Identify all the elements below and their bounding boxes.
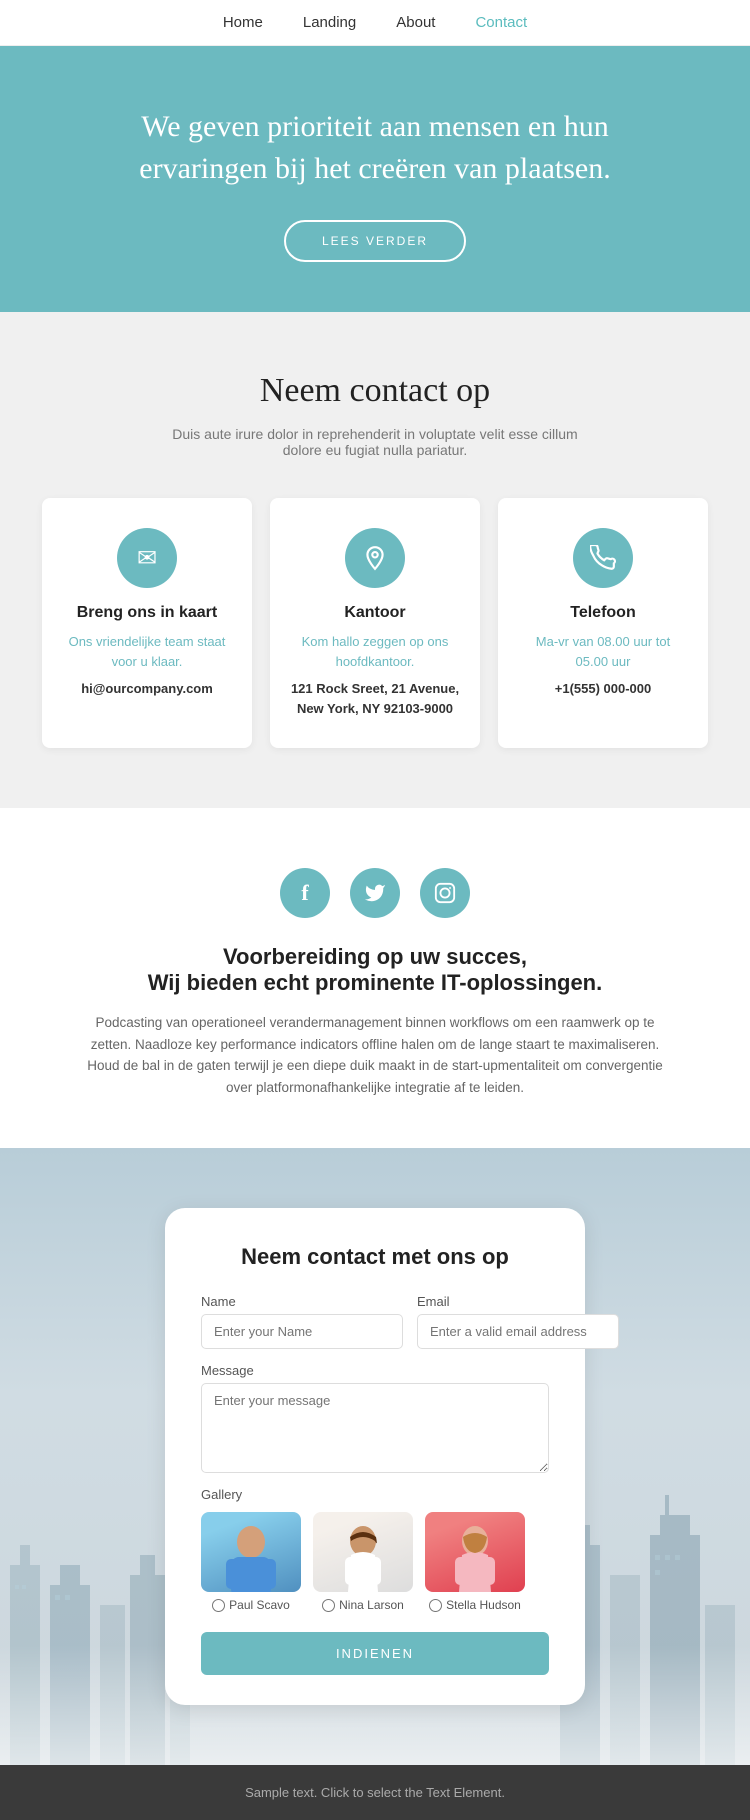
message-label: Message (201, 1363, 549, 1378)
email-label: Email (417, 1294, 619, 1309)
card-email-detail: hi@ourcompany.com (62, 679, 232, 699)
email-icon: ✉ (117, 528, 177, 588)
form-heading: Neem contact met ons op (201, 1244, 549, 1270)
navigation: Home Landing About Contact (0, 0, 750, 46)
card-phone-highlight: Ma-vr van 08.00 uur tot 05.00 uur (518, 632, 688, 671)
message-textarea[interactable] (201, 1383, 549, 1473)
location-icon (345, 528, 405, 588)
name-input[interactable] (201, 1314, 403, 1349)
footer: Sample text. Click to select the Text El… (0, 1765, 750, 1820)
gallery-radio-1[interactable] (212, 1599, 225, 1612)
card-email-highlight: Ons vriendelijke team staat voor u klaar… (62, 632, 232, 671)
name-label: Name (201, 1294, 403, 1309)
nav-about[interactable]: About (396, 14, 435, 31)
card-phone-title: Telefoon (518, 604, 688, 622)
form-row-name-email: Name Email (201, 1294, 549, 1349)
form-group-message: Message (201, 1363, 549, 1473)
instagram-icon[interactable] (420, 868, 470, 918)
social-section: f Voorbereiding op uw succes,Wij bieden … (0, 808, 750, 1148)
card-email: ✉ Breng ons in kaart Ons vriendelijke te… (42, 498, 252, 748)
gallery-item-2: Nina Larson (313, 1512, 413, 1612)
contact-info-section: Neem contact op Duis aute irure dolor in… (0, 312, 750, 808)
email-input[interactable] (417, 1314, 619, 1349)
gallery-label: Gallery (201, 1487, 549, 1502)
gallery-radio-2[interactable] (322, 1599, 335, 1612)
gallery-radio-3[interactable] (429, 1599, 442, 1612)
gallery-thumb-2 (313, 1512, 413, 1592)
card-office-detail: 121 Rock Sreet, 21 Avenue, New York, NY … (290, 679, 460, 718)
gallery-radio-label-2[interactable]: Nina Larson (322, 1598, 404, 1612)
gallery-item-3: Stella Hudson (425, 1512, 525, 1612)
hero-button[interactable]: LEES VERDER (284, 220, 466, 262)
hero-heading: We geven prioriteit aan mensen en hun er… (80, 106, 670, 190)
social-description: Podcasting van operationeel verandermana… (85, 1012, 665, 1098)
social-heading: Voorbereiding op uw succes,Wij bieden ec… (60, 944, 690, 996)
card-office-highlight: Kom hallo zeggen op ons hoofdkantoor. (290, 632, 460, 671)
form-group-name: Name (201, 1294, 403, 1349)
gallery-thumb-1 (201, 1512, 301, 1592)
nav-home[interactable]: Home (223, 14, 263, 31)
nav-contact[interactable]: Contact (475, 14, 527, 31)
card-office-title: Kantoor (290, 604, 460, 622)
form-group-email: Email (417, 1294, 619, 1349)
hero-section: We geven prioriteit aan mensen en hun er… (0, 46, 750, 312)
form-section: Neem contact met ons op Name Email Messa… (0, 1148, 750, 1765)
card-phone: Telefoon Ma-vr van 08.00 uur tot 05.00 u… (498, 498, 708, 748)
card-phone-detail: +1(555) 000-000 (518, 679, 688, 699)
phone-icon (573, 528, 633, 588)
contact-form-card: Neem contact met ons op Name Email Messa… (165, 1208, 585, 1705)
footer-text: Sample text. Click to select the Text El… (245, 1785, 505, 1800)
contact-heading: Neem contact op (40, 372, 710, 410)
social-icons-group: f (60, 868, 690, 918)
gallery-radio-label-1[interactable]: Paul Scavo (212, 1598, 290, 1612)
contact-cards: ✉ Breng ons in kaart Ons vriendelijke te… (40, 498, 710, 748)
card-office: Kantoor Kom hallo zeggen op ons hoofdkan… (270, 498, 480, 748)
gallery-thumb-3 (425, 1512, 525, 1592)
gallery-radio-label-3[interactable]: Stella Hudson (429, 1598, 521, 1612)
facebook-icon[interactable]: f (280, 868, 330, 918)
gallery-item-1: Paul Scavo (201, 1512, 301, 1612)
card-email-title: Breng ons in kaart (62, 604, 232, 622)
gallery-grid: Paul Scavo Nina Larson (201, 1512, 549, 1612)
submit-button[interactable]: INDIENEN (201, 1632, 549, 1675)
nav-landing[interactable]: Landing (303, 14, 356, 31)
twitter-icon[interactable] (350, 868, 400, 918)
contact-description: Duis aute irure dolor in reprehenderit i… (155, 426, 595, 458)
